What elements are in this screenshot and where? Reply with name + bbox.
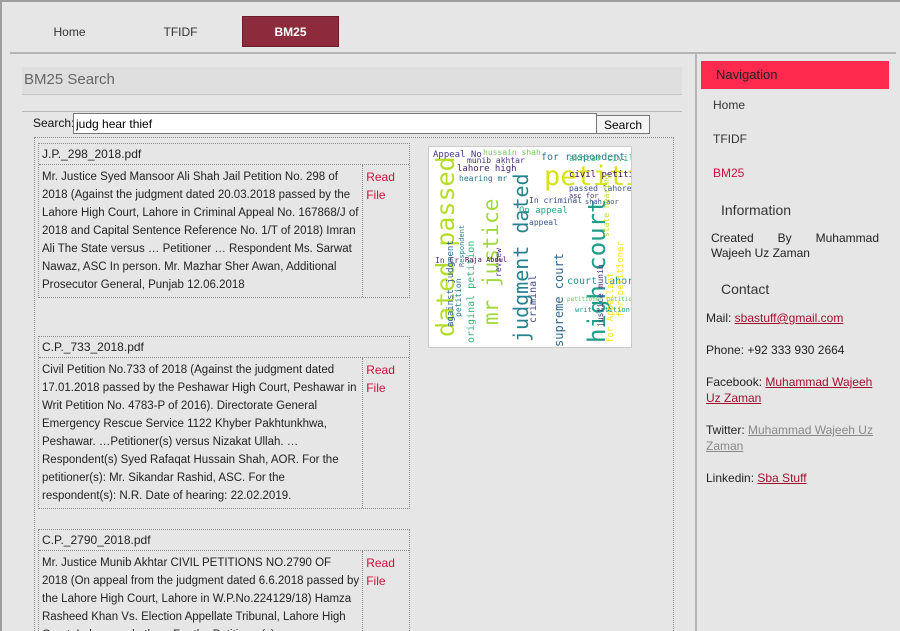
results-list: J.P._298_2018.pdf Mr. Justice Syed Manso… — [38, 140, 420, 631]
word-cloud-word: petitioner petitioner — [567, 296, 632, 303]
sidebar-item-bm25[interactable]: BM25 — [713, 166, 744, 180]
contact-mail: Mail: sbastuff@gmail.com — [706, 310, 886, 326]
page-title: BM25 Search — [24, 71, 115, 88]
facebook-label: Facebook: — [706, 375, 766, 389]
word-cloud-word: In Cr — [435, 256, 460, 265]
search-label: Search: — [33, 116, 75, 130]
contact-heading: Contact — [721, 281, 770, 297]
result-snippet: Civil Petition No.733 of 2018 (Against t… — [39, 358, 364, 508]
result-item: C.P._2790_2018.pdf Mr. Justice Munib Akh… — [38, 529, 410, 631]
word-cloud-word: lahore high — [457, 164, 517, 174]
word-cloud-word: criminal — [528, 274, 539, 323]
divider — [22, 111, 682, 112]
top-nav: Home TFIDF BM25 — [10, 0, 896, 54]
tab-bm25[interactable]: BM25 — [242, 16, 339, 47]
sidebar-item-tfidf[interactable]: TFIDF — [713, 132, 747, 146]
read-file-link[interactable]: Read File — [363, 358, 409, 508]
word-cloud-word: writ petition — [575, 306, 630, 314]
navigation-header: Navigation — [701, 61, 889, 89]
result-snippet: Mr. Justice Munib Akhtar CIVIL PETITIONS… — [39, 551, 364, 631]
mail-label: Mail: — [706, 311, 735, 325]
contact-linkedin: Linkedin: Sba Stuff — [706, 470, 886, 486]
word-cloud-word: appeal — [529, 218, 558, 227]
word-cloud-word: Respondent — [458, 224, 466, 267]
word-cloud-word: civil petition — [569, 170, 631, 180]
word-cloud-word: review — [494, 248, 503, 277]
contact-phone: Phone: +92 333 930 2664 — [706, 343, 845, 357]
read-file-link[interactable]: Read File — [363, 551, 409, 631]
search-input[interactable] — [73, 113, 597, 134]
word-cloud-word: hearing mr — [459, 174, 508, 183]
contact-facebook: Facebook: Muhammad Wajeeh Uz Zaman — [706, 374, 886, 406]
result-item: C.P._733_2018.pdf Civil Petition No.733 … — [38, 336, 410, 509]
mail-link[interactable]: sbastuff@gmail.com — [735, 311, 844, 325]
read-file-link[interactable]: Read File — [363, 165, 409, 297]
tab-tfidf[interactable]: TFIDF — [132, 16, 229, 47]
word-cloud-word: On appeal — [519, 206, 568, 216]
linkedin-label: Linkedin: — [706, 471, 758, 485]
twitter-label: Twitter: — [706, 423, 749, 437]
word-cloud-image: petition nodated passedmr justicejudgmen… — [428, 146, 632, 348]
contact-twitter: Twitter: Muhammad Wajeeh Uz Zaman — [706, 422, 886, 454]
result-filename: J.P._298_2018.pdf — [39, 144, 409, 165]
title-bar: BM25 Search — [22, 67, 682, 95]
word-cloud-word: akhtar civil — [569, 154, 632, 164]
sidebar: Navigation Home TFIDF BM25 Information C… — [697, 54, 900, 631]
linkedin-link[interactable]: Sba Stuff — [757, 471, 806, 485]
result-snippet: Mr. Justice Syed Mansoor Ali Shah Jail P… — [39, 165, 364, 297]
word-cloud-word: petition — [454, 278, 463, 317]
word-cloud-word: supreme court — [552, 253, 566, 347]
result-filename: C.P._2790_2018.pdf — [39, 530, 409, 551]
search-button[interactable]: Search — [596, 115, 650, 134]
sidebar-item-home[interactable]: Home — [713, 98, 745, 112]
info-line-1: Created By Muhammad — [711, 231, 879, 245]
main-panel: BM25 Search Search: Search J.P._298_2018… — [10, 54, 695, 631]
info-line-2: Wajeeh Uz Zaman — [711, 246, 810, 260]
information-heading: Information — [721, 202, 792, 218]
result-filename: C.P._733_2018.pdf — [39, 337, 409, 358]
result-item: J.P._298_2018.pdf Mr. Justice Syed Manso… — [38, 143, 410, 298]
word-cloud-word: shah aor — [585, 198, 619, 206]
tab-home[interactable]: Home — [21, 16, 118, 47]
